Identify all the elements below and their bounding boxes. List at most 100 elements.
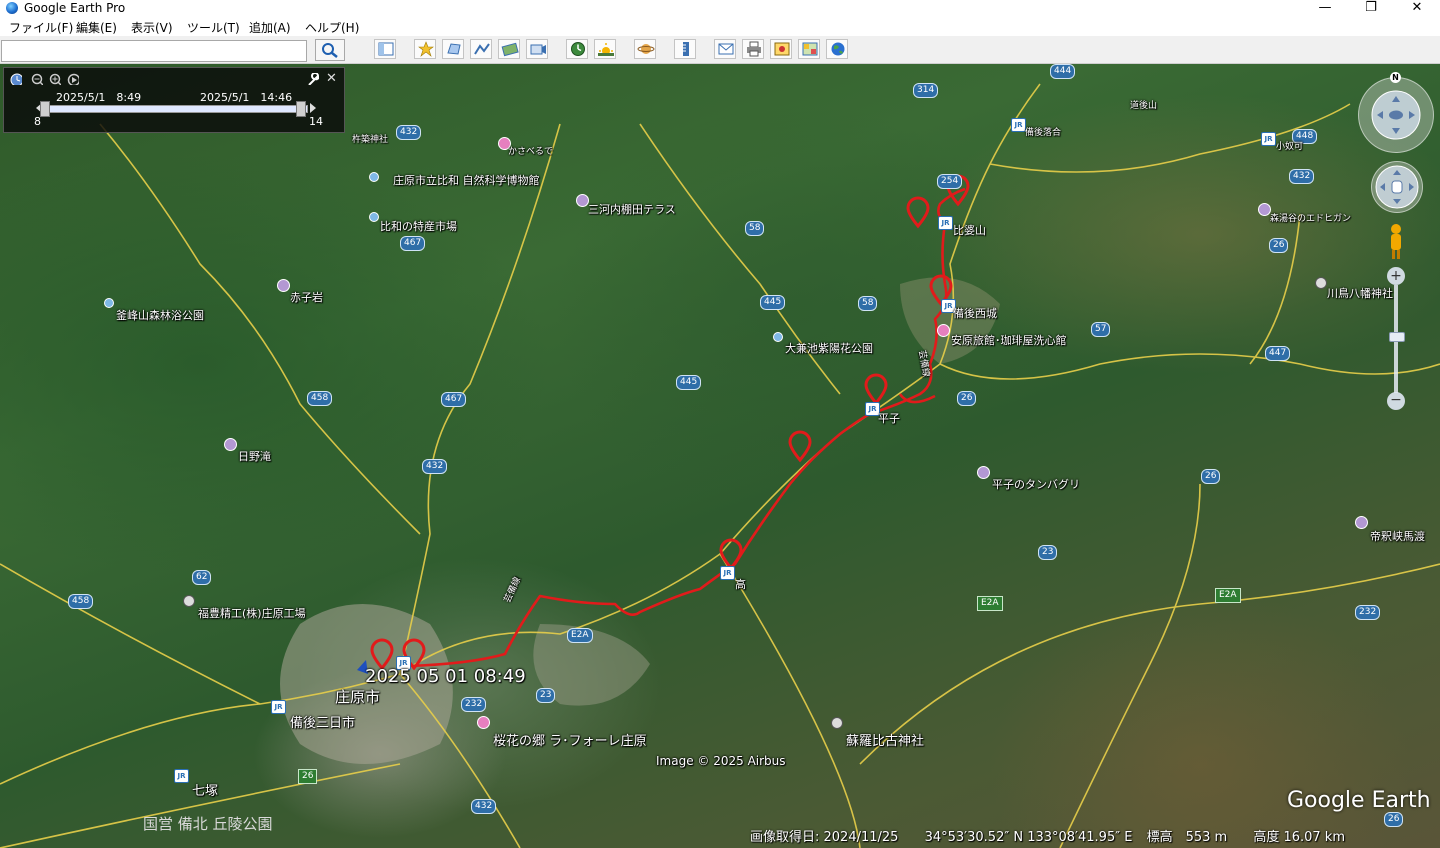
poi-marker-icon[interactable] [369,212,379,222]
search-button[interactable] [315,39,345,61]
map-label: 大兼池紫陽花公園 [785,342,873,355]
add-path-button[interactable] [470,39,492,59]
planets-button[interactable] [634,39,656,59]
zoom-slider[interactable]: + − [1387,267,1405,411]
time-slider-track[interactable] [44,105,308,113]
map-label: 備後落合 [1025,128,1062,138]
route-shield: 444 [1050,64,1076,79]
poi-marker-icon[interactable] [104,298,114,308]
sunlight-button[interactable] [594,39,616,59]
poi-marker-icon[interactable] [277,279,290,292]
poi-marker-icon[interactable] [1315,277,1327,289]
record-tour-button[interactable] [526,39,548,59]
street-view-pegman-icon[interactable] [1386,223,1406,261]
zoom-in-button[interactable]: + [1387,267,1405,285]
poi-marker-icon[interactable] [369,172,379,182]
jr-station-icon[interactable]: JR [1261,132,1276,146]
map-view[interactable]: 432 467 458 467 432 62 458 445 445 58 58… [0,64,1440,848]
time-range-selection [45,106,307,112]
jr-station-icon[interactable]: JR [1011,118,1026,132]
route-shield: 445 [676,375,702,390]
menu-tools[interactable]: ツール(T) [187,19,240,36]
zoom-thumb[interactable] [1389,332,1405,342]
menu-file[interactable]: ファイル(F) [9,19,73,36]
poi-marker-icon[interactable] [477,716,490,729]
look-joystick-icon [1371,90,1421,140]
time-min-tick: 8 [34,115,41,128]
print-icon [747,41,761,57]
time-slider-end-handle[interactable] [296,101,306,117]
sidebar-toggle-button[interactable] [374,39,396,59]
jr-station-icon[interactable]: JR [938,216,953,230]
hand-pan-icon [1375,165,1419,209]
map-label: 福豊精工(株)庄原工場 [198,607,306,620]
menu-view[interactable]: 表示(V) [131,19,173,36]
zoom-out-button[interactable]: − [1387,392,1405,410]
route-shield: 254 [937,174,963,189]
move-navigation-control[interactable] [1371,161,1423,213]
route-shield: 58 [858,296,878,311]
time-end-label: 2025/5/1 14:46 [200,91,293,104]
save-image-button[interactable] [770,39,792,59]
add-placemark-button[interactable] [414,39,436,59]
map-label: 日野滝 [238,450,271,463]
map-label: 赤子岩 [290,291,323,304]
historical-imagery-button[interactable] [566,39,588,59]
jr-station-icon[interactable]: JR [720,566,735,580]
google-maps-icon [802,42,818,56]
time-start-label: 2025/5/1 8:49 [56,91,142,104]
route-shield: 58 [745,221,765,236]
zoom-in-time-icon[interactable] [49,73,61,85]
google-earth-logo: Google Earth [1287,788,1431,813]
time-max-tick: 14 [309,115,323,128]
poi-marker-icon[interactable] [773,332,783,342]
poi-marker-icon[interactable] [937,324,950,337]
route-shield: 26 [1269,238,1289,253]
minimize-button[interactable]: — [1302,0,1348,17]
route-shield: 467 [400,236,426,251]
expressway-shield: E2A [1215,588,1241,603]
print-button[interactable] [742,39,764,59]
route-shield: 23 [536,688,556,703]
placemark-icon [418,41,434,57]
overlay-icon [501,42,519,57]
restore-button[interactable]: ❐ [1348,0,1394,17]
menu-bar: ファイル(F) 編集(E) 表示(V) ツール(T) 追加(A) ヘルプ(H) [0,17,1440,36]
imagery-attribution: Image © 2025 Airbus [656,754,786,768]
poi-marker-icon[interactable] [831,717,843,729]
menu-help[interactable]: ヘルプ(H) [305,19,359,36]
look-navigation-control[interactable]: N [1358,72,1434,153]
play-icon[interactable] [67,73,79,85]
menu-edit[interactable]: 編集(E) [76,19,117,36]
jr-station-icon[interactable]: JR [174,769,189,783]
add-polygon-button[interactable] [442,39,464,59]
route-shield: 458 [307,391,333,406]
time-slider-start-handle[interactable] [40,101,50,117]
route-shield: 23 [1038,545,1058,560]
jr-station-icon[interactable]: JR [271,700,286,714]
route-shield: E2A [567,628,593,643]
map-label: 三河内棚田テラス [588,203,676,216]
close-time-slider-button[interactable]: ✕ [326,71,337,86]
menu-add[interactable]: 追加(A) [249,19,291,36]
add-image-overlay-button[interactable] [498,39,520,59]
route-shield: 232 [461,697,487,712]
close-button[interactable]: ✕ [1394,0,1440,17]
poi-marker-icon[interactable] [1355,516,1368,529]
view-in-google-maps-button[interactable] [798,39,820,59]
poi-marker-icon[interactable] [224,438,237,451]
route-shield: 432 [422,459,448,474]
ruler-button[interactable] [674,39,696,59]
search-input[interactable] [1,40,307,62]
map-label: かさべるで [508,147,554,157]
poi-marker-icon[interactable] [183,595,195,607]
time-step-forward-button[interactable] [310,103,316,113]
wrench-settings-icon[interactable] [307,73,319,85]
map-label: 安原旅館･珈琲屋洗心館 [951,334,1067,347]
poi-marker-icon[interactable] [977,466,990,479]
clock-icon[interactable] [10,73,22,85]
email-button[interactable] [714,39,736,59]
map-label: 蘇羅比古神社 [846,734,925,749]
earth-gallery-button[interactable] [826,39,848,59]
zoom-out-time-icon[interactable] [31,73,43,85]
